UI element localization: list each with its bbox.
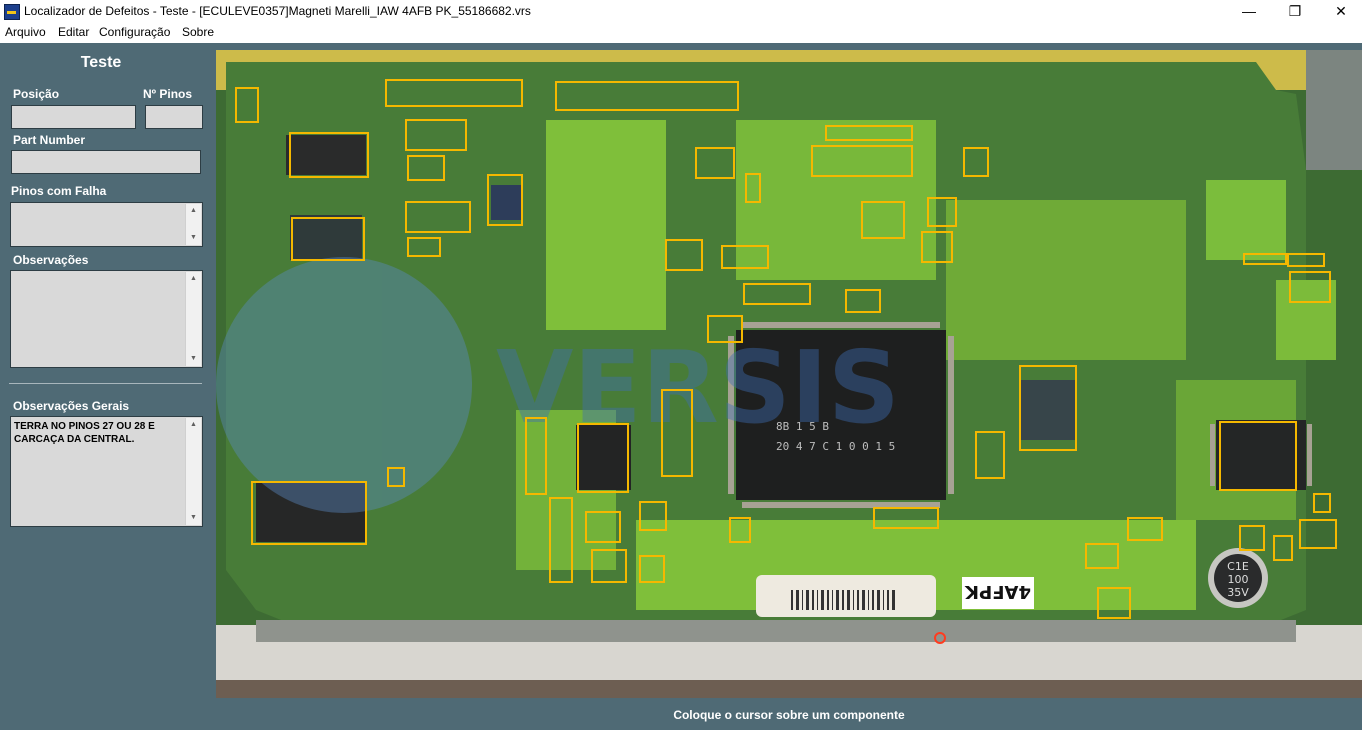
title-bar: Localizador de Defeitos - Teste - [ECULE…: [0, 0, 1362, 23]
menu-bar: Arquivo Editar Configuração Sobre: [0, 23, 1362, 43]
capacitor-label-2: 100: [1228, 573, 1249, 586]
minimize-button[interactable]: —: [1226, 0, 1272, 23]
observacoes-scrollbar[interactable]: ▲ ▼: [185, 272, 201, 366]
scroll-down-icon[interactable]: ▼: [186, 352, 201, 366]
scroll-up-icon[interactable]: ▲: [186, 204, 201, 218]
pinos-falha-field[interactable]: ▲ ▼: [10, 202, 203, 247]
partnumber-field[interactable]: [11, 150, 201, 174]
status-bar: Coloque o cursor sobre um componente: [673, 708, 905, 722]
observacoes-field[interactable]: ▲ ▼: [10, 270, 203, 368]
obs-gerais-field[interactable]: TERRA NO PINOS 27 OU 28 E CARCAÇA DA CEN…: [10, 416, 203, 527]
pinos-falha-label: Pinos com Falha: [11, 184, 107, 198]
app-icon: [4, 4, 20, 20]
posicao-field[interactable]: [11, 105, 136, 129]
menu-editar[interactable]: Editar: [58, 25, 89, 39]
watermark-text: VERSIS: [496, 329, 900, 446]
capacitor-label-1: C1E: [1227, 560, 1249, 573]
capacitor-label-3: 35V: [1227, 586, 1249, 599]
obs-gerais-label: Observações Gerais: [13, 399, 130, 413]
close-button[interactable]: ✕: [1318, 0, 1362, 23]
window-title: Localizador de Defeitos - Teste - [ECULE…: [24, 4, 531, 18]
posicao-label: Posição: [13, 87, 60, 101]
sticker-label: 4AFPK: [964, 581, 1031, 602]
maximize-button[interactable]: ❐: [1272, 0, 1318, 23]
menu-arquivo[interactable]: Arquivo: [5, 25, 46, 39]
scroll-up-icon[interactable]: ▲: [186, 272, 201, 286]
obs-gerais-text: TERRA NO PINOS 27 OU 28 E CARCAÇA DA CEN…: [14, 421, 155, 445]
pinos-falha-scrollbar[interactable]: ▲ ▼: [185, 204, 201, 245]
npinos-label: Nº Pinos: [143, 87, 193, 101]
panel-heading: Teste: [80, 54, 122, 71]
partnumber-label: Part Number: [13, 133, 86, 147]
test-panel: Teste Posição Nº Pinos Part Number Pinos…: [0, 43, 214, 730]
npinos-field[interactable]: [145, 105, 203, 129]
obs-gerais-scrollbar[interactable]: ▲ ▼: [185, 418, 201, 525]
scroll-down-icon[interactable]: ▼: [186, 231, 201, 245]
circuit-board-view[interactable]: 8B 1 5 B 20 4 7 C 1 0 0 1 5 4AFPK C1E 10…: [216, 50, 1362, 698]
board-image: 8B 1 5 B 20 4 7 C 1 0 0 1 5 4AFPK C1E 10…: [216, 50, 1362, 698]
scroll-up-icon[interactable]: ▲: [186, 418, 201, 432]
divider: [9, 383, 202, 384]
observacoes-label: Observações: [13, 253, 89, 267]
menu-configuracao[interactable]: Configuração: [99, 25, 170, 39]
menu-sobre[interactable]: Sobre: [182, 25, 214, 39]
scroll-down-icon[interactable]: ▼: [186, 511, 201, 525]
